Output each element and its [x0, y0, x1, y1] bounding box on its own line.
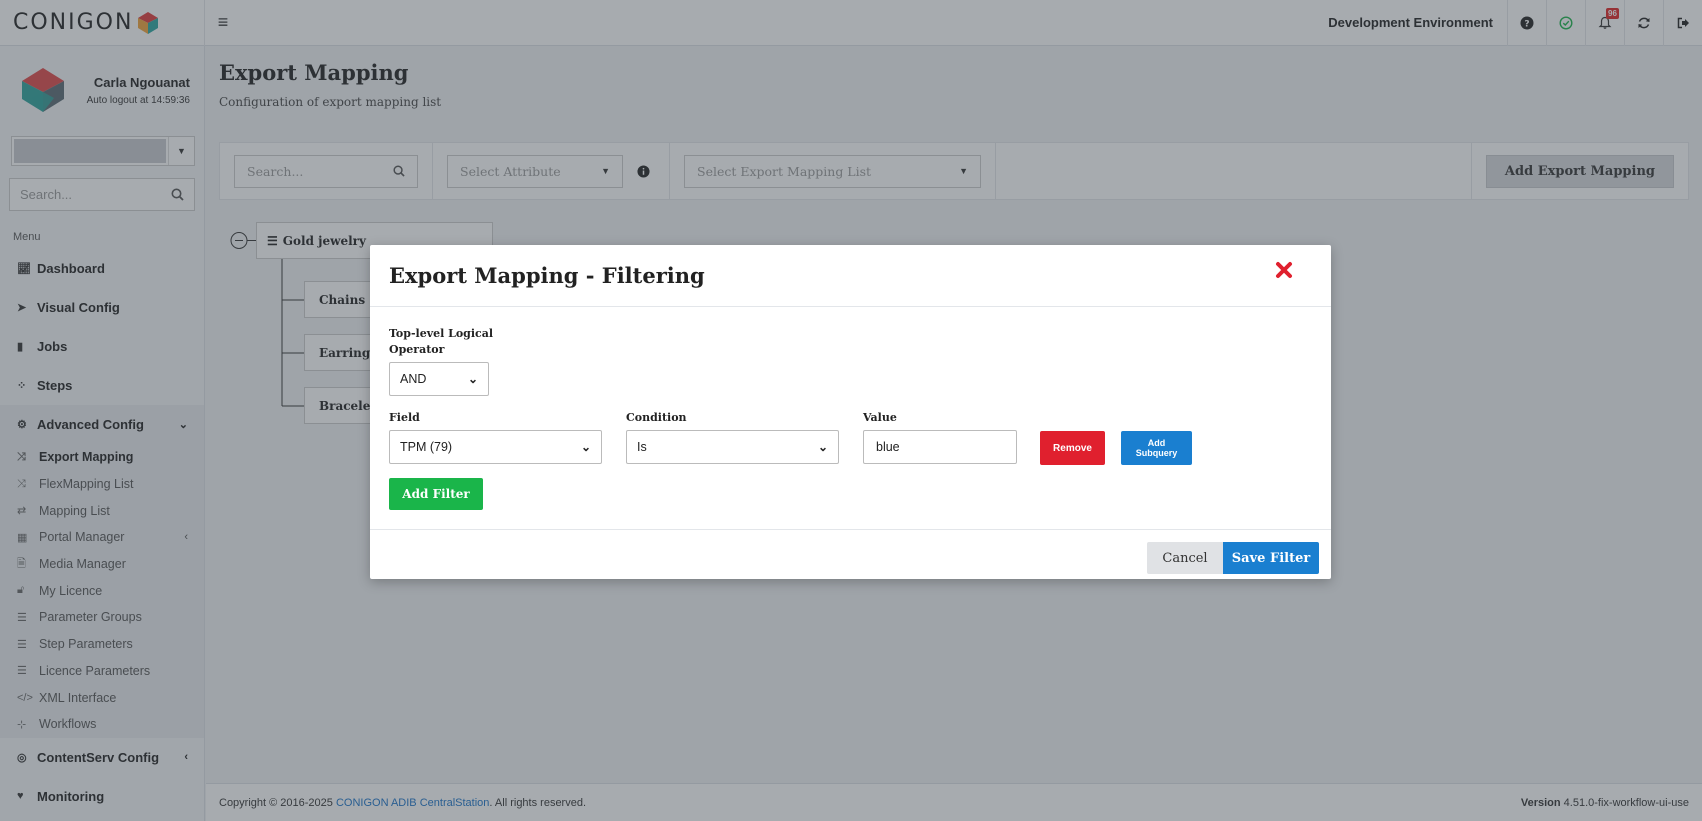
field-select-value: TPM (79): [400, 440, 453, 454]
modal-footer: Cancel Save Filter: [370, 529, 1331, 579]
add-subquery-line: Add: [1147, 438, 1166, 448]
value-label: Value: [863, 411, 897, 424]
logical-operator-value: AND: [400, 372, 427, 386]
close-icon[interactable]: [1273, 259, 1295, 281]
condition-select-value: Is: [637, 440, 647, 454]
filter-modal: Export Mapping - Filtering Top-level Log…: [370, 245, 1331, 579]
modal-title: Export Mapping - Filtering: [389, 263, 705, 288]
add-subquery-button[interactable]: Add Subquery: [1121, 431, 1192, 465]
field-select[interactable]: TPM (79) ⌄: [389, 430, 602, 464]
chevron-down-icon: ⌄: [817, 440, 828, 454]
modal-header: Export Mapping - Filtering: [370, 245, 1331, 307]
operator-label-line: Top-level Logical: [389, 327, 494, 340]
operator-label-line: Operator: [389, 343, 445, 356]
operator-label: Top-level Logical Operator: [389, 326, 493, 358]
add-filter-button[interactable]: Add Filter: [389, 478, 483, 510]
condition-label: Condition: [626, 411, 687, 424]
condition-select[interactable]: Is ⌄: [626, 430, 839, 464]
remove-button[interactable]: Remove: [1040, 431, 1105, 465]
value-input-text: blue: [876, 440, 900, 454]
logical-operator-select[interactable]: AND ⌄: [389, 362, 489, 396]
chevron-down-icon: ⌄: [580, 440, 591, 454]
field-label: Field: [389, 411, 420, 424]
value-input[interactable]: blue: [863, 430, 1017, 464]
save-filter-button[interactable]: Save Filter: [1223, 542, 1319, 574]
cancel-button[interactable]: Cancel: [1147, 542, 1223, 574]
add-subquery-line: Subquery: [1135, 448, 1178, 458]
chevron-down-icon: ⌄: [467, 372, 478, 386]
